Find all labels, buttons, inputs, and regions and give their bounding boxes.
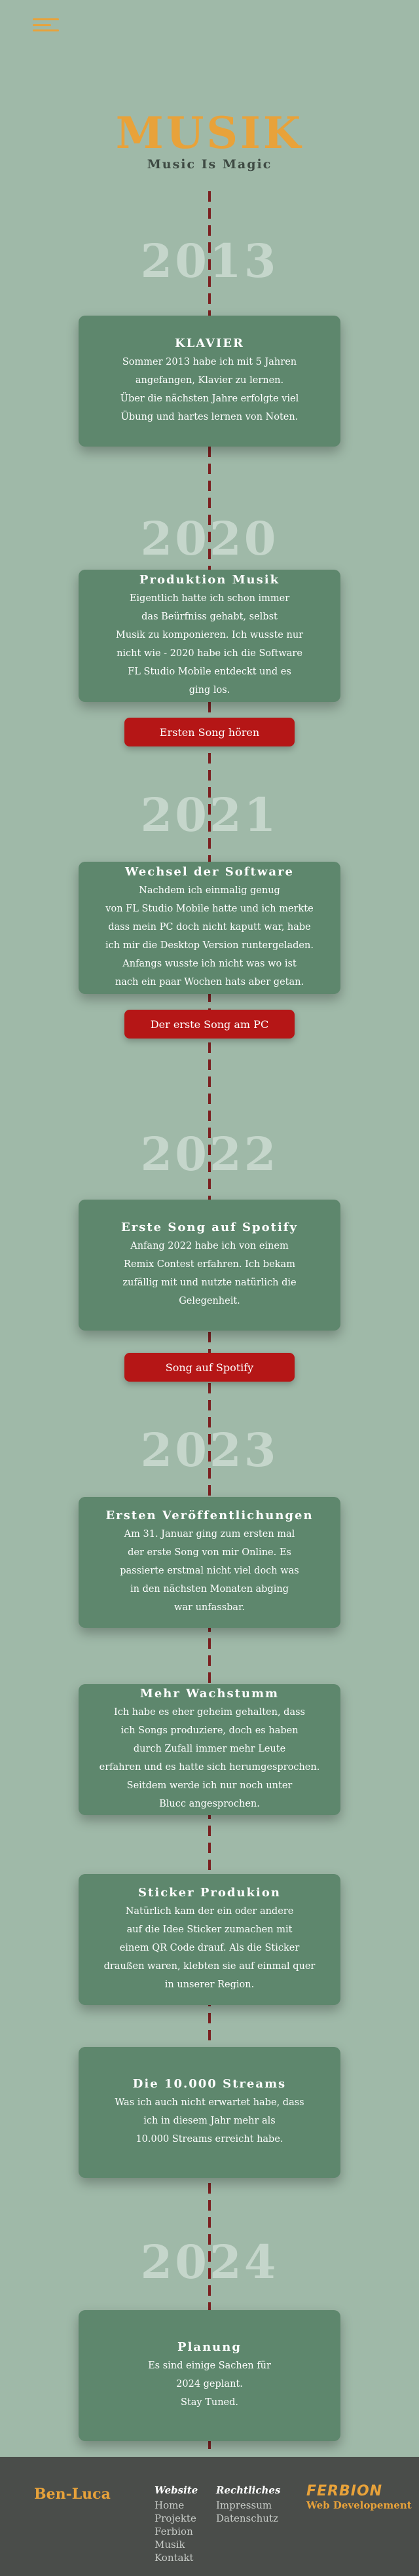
year-label: 2022 [140,1127,279,1181]
footer-link-home[interactable]: Home [155,2499,198,2512]
card-text: Nachdem ich einmalig genug von FL Studio… [105,885,314,987]
card-title: Mehr Wachstumm [139,1686,280,1701]
card-text: Eigentlich hatte ich schon immer das Beü… [115,593,304,695]
timeline-card: Die 10.000 Streams Was ich auch nicht er… [79,2047,340,2178]
page-header: MUSIK Music Is Magic [0,111,419,172]
footer-link-musik[interactable]: Musik [155,2538,198,2551]
footer-website-heading: Website [155,2484,198,2496]
card-title: Produktion Musik [139,572,280,587]
timeline-card: Produktion Musik Eigentlich hatte ich sc… [79,570,340,702]
card-title: Erste Song auf Spotify [120,1220,299,1234]
card-text: Sommer 2013 habe ich mit 5 Jahren angefa… [120,356,299,422]
card-title: Ersten Veröffentlichungen [105,1508,314,1522]
card-text: Es sind einige Sachen für 2024 geplant. … [148,2360,271,2408]
year-label: 2013 [140,234,279,288]
card-text: Am 31. Januar ging zum ersten mal der er… [120,1528,299,1613]
year-label: 2024 [140,2235,279,2289]
card-title: KLAVIER [174,336,245,350]
timeline-card: KLAVIER Sommer 2013 habe ich mit 5 Jahre… [79,316,340,447]
year-label: 2023 [140,1423,279,1477]
card-text: Ich habe es eher geheim gehalten, dass i… [99,1706,320,1809]
footer-brand[interactable]: Ben-Luca [34,2486,111,2503]
card-title: Die 10.000 Streams [132,2076,287,2091]
spotify-song-button[interactable]: Song auf Spotify [124,1353,295,1382]
footer-link-impressum[interactable]: Impressum [216,2499,280,2512]
footer-link-datenschutz[interactable]: Datenschutz [216,2512,280,2525]
footer-legal-column: Rechtliches Impressum Datenschutz [216,2484,280,2525]
timeline-card: Ersten Veröffentlichungen Am 31. Januar … [79,1497,340,1628]
ferbion-logo-mark: FERBION [306,2483,383,2499]
timeline-card: Sticker Produkion Natürlich kam der ein … [79,1874,340,2005]
footer: Ben-Luca Website Home Projekte Ferbion M… [0,2457,419,2576]
timeline-card: Erste Song auf Spotify Anfang 2022 habe … [79,1200,340,1331]
footer-link-ferbion[interactable]: Ferbion [155,2525,198,2538]
first-pc-song-button[interactable]: Der erste Song am PC [124,1010,295,1039]
card-text: Anfang 2022 habe ich von einem Remix Con… [122,1240,297,1306]
page-title: MUSIK [115,107,304,158]
timeline-card: Mehr Wachstumm Ich habe es eher geheim g… [79,1684,340,1815]
footer-legal-heading: Rechtliches [216,2484,281,2496]
timeline-card: Wechsel der Software Nachdem ich einmali… [79,862,340,994]
page-subtitle: Music Is Magic [147,157,272,172]
ferbion-logo-caption: Web Developement [306,2499,412,2511]
year-label: 2020 [140,511,279,566]
timeline-card: Planung Es sind einige Sachen für 2024 g… [79,2310,340,2441]
menu-icon[interactable] [33,18,59,31]
card-text: Was ich auch nicht erwartet habe, dass i… [115,2097,304,2144]
card-text: Natürlich kam der ein oder andere auf di… [103,1905,316,1990]
footer-link-kontakt[interactable]: Kontakt [155,2551,198,2564]
first-song-button[interactable]: Ersten Song hören [124,718,295,746]
ferbion-logo[interactable]: FERBION Web Developement [306,2483,412,2511]
card-title: Planung [177,2340,242,2354]
year-label: 2021 [140,788,279,842]
footer-link-projekte[interactable]: Projekte [155,2512,198,2525]
footer-website-column: Website Home Projekte Ferbion Musik Kont… [155,2484,198,2564]
card-title: Wechsel der Software [125,864,294,879]
card-title: Sticker Produkion [138,1885,281,1900]
